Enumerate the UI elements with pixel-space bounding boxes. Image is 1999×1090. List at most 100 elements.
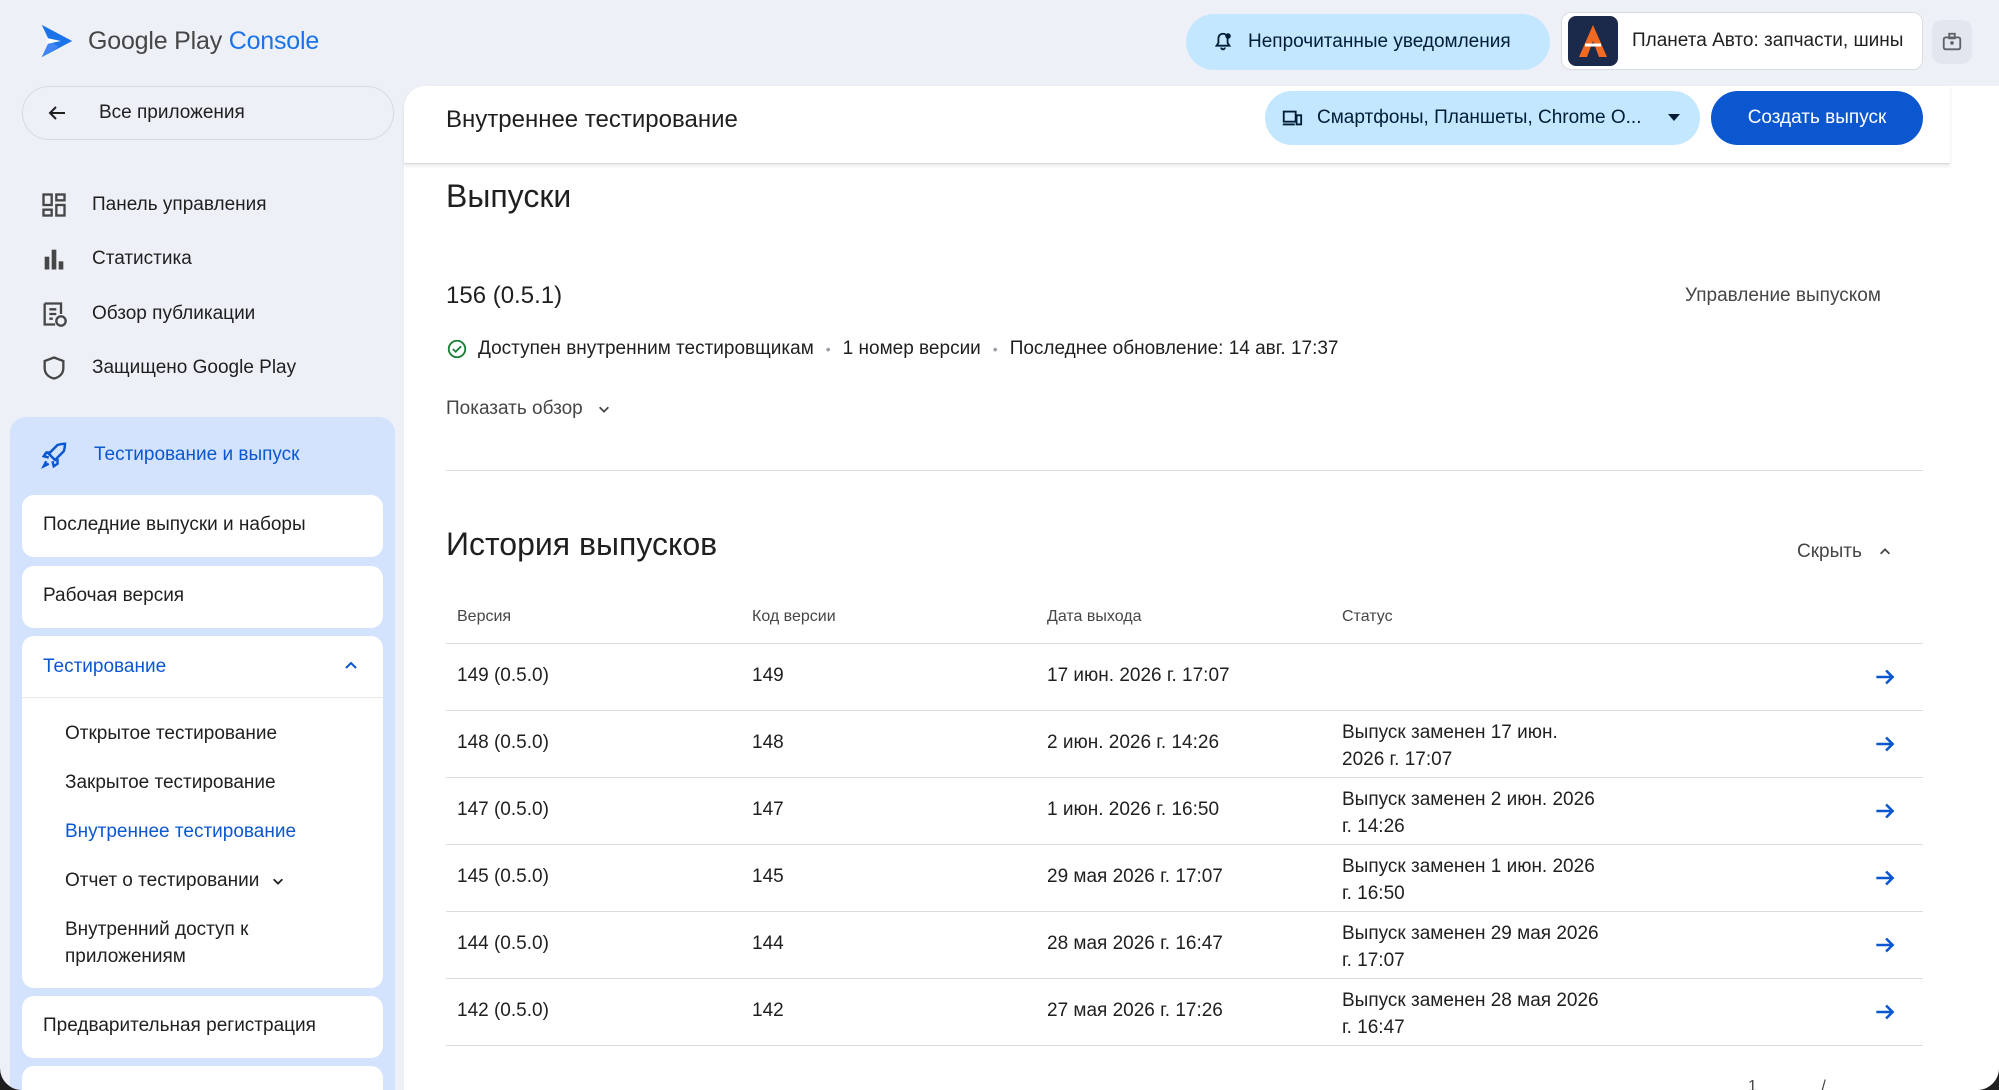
play-console-logo-icon [41,24,73,58]
arrow-forward-icon[interactable] [1872,664,1898,690]
sidebar-item-testing-and-release[interactable]: Тестирование и выпуск [40,437,299,473]
show-overview-label: Показать обзор [446,398,583,419]
arrow-forward-icon[interactable] [1872,865,1898,891]
table-row[interactable]: 149 (0.5.0) 149 17 июн. 2026 г. 17:07 [446,644,1923,711]
hide-history-toggle[interactable]: Скрыть [1797,541,1892,563]
manage-release-link[interactable]: Управление выпуском [1685,285,1881,307]
sidebar-item-latest-releases[interactable]: Последние выпуски и наборы [22,495,383,557]
sidebar-item-dashboard[interactable]: Панель управления [40,185,267,225]
chevron-up-icon [1879,548,1890,555]
app-window: Google Play Console Непрочитанные уведом… [0,0,1999,1090]
sidebar-testing-group: Тестирование Открытое тестирование Закры… [22,636,383,988]
sidebar-item-internal-testing[interactable]: Внутреннее тестирование [65,818,296,845]
row-version: 147 (0.5.0) [457,799,549,820]
row-release-date: 17 июн. 2026 г. 17:07 [1047,665,1230,686]
devices-icon [1282,110,1303,126]
account-card-icon [1942,32,1962,51]
sidebar-item-label: Статистика [92,248,192,269]
rocket-icon [40,442,67,470]
sidebar-item-closed-testing[interactable]: Закрытое тестирование [65,769,276,796]
arrow-forward-icon[interactable] [1872,999,1898,1025]
row-status: Выпуск заменен 2 июн. 2026 г. 14:26 [1342,789,1595,837]
sidebar-item-label: Обзор публикации [92,303,256,324]
row-version-code: 142 [752,1000,784,1021]
hide-label: Скрыть [1797,541,1862,562]
google-play-console-logo[interactable]: Google Play Console [38,22,319,60]
release-version: 156 (0.5.1) [446,282,563,309]
sidebar-item-internal-app-sharing[interactable]: Внутренний доступ к приложениям [65,916,325,970]
separator-dot: • [992,341,998,357]
sidebar-item-next[interactable] [22,1066,383,1090]
sidebar-item-play-protect[interactable]: Защищено Google Play [40,348,296,388]
card-label: Рабочая версия [43,585,185,606]
all-apps-button[interactable]: Все приложения [22,86,394,140]
sidebar-item-label: Защищено Google Play [92,357,297,378]
row-status: Выпуск заменен 29 мая 2026 г. 17:07 [1342,923,1599,971]
table-row[interactable]: 148 (0.5.0) 148 2 июн. 2026 г. 14:26 Вып… [446,711,1923,778]
section-label: Тестирование и выпуск [94,444,300,465]
release-status: Доступен внутренним тестировщикам [478,338,814,359]
row-version-code: 145 [752,866,784,887]
testing-label: Тестирование [43,655,167,677]
release-status-line: Доступен внутренним тестировщикам • 1 но… [446,338,1339,360]
publishing-overview-icon [43,302,67,327]
arrow-forward-icon[interactable] [1872,731,1898,757]
chevron-up-icon [345,661,357,669]
check-circle-icon [447,339,467,359]
app-icon [1568,16,1618,66]
row-version-code: 144 [752,933,784,954]
main-content: Внутреннее тестирование Смартфоны, Планш… [404,86,1999,1090]
table-row[interactable]: 145 (0.5.0) 145 29 мая 2026 г. 17:07 Вып… [446,845,1923,912]
sidebar-item-testing[interactable]: Тестирование [22,636,383,698]
sidebar-item-testing-report[interactable]: Отчет о тестировании [65,867,285,894]
table-row[interactable]: 147 (0.5.0) 147 1 июн. 2026 г. 16:50 Вып… [446,778,1923,845]
row-version: 144 (0.5.0) [457,933,549,954]
sidebar-item-statistics[interactable]: Статистика [40,239,192,279]
last-update: Последнее обновление: 14 авг. 17:37 [1009,338,1339,359]
device-filter-dropdown[interactable]: Смартфоны, Планшеты, Chrome O... [1265,91,1700,145]
notifications-label: Непрочитанные уведомления [1248,31,1511,52]
dropdown-caret-icon [1668,114,1680,121]
create-release-button[interactable]: Создать выпуск [1711,91,1923,145]
row-version-code: 147 [752,799,784,820]
table-header: Версия Код версии Дата выхода Статус [446,600,1923,644]
column-header-status: Статус [1342,608,1393,625]
row-release-date: 28 мая 2026 г. 16:47 [1047,933,1223,954]
row-release-date: 2 июн. 2026 г. 14:26 [1047,732,1220,753]
bar-chart-icon [44,249,64,270]
pagination: 1 / [1748,1078,1856,1090]
release-history-table: Версия Код версии Дата выхода Статус 149… [446,600,1923,1046]
dashboard-icon [42,193,66,217]
chevron-down-icon [598,406,609,413]
sidebar-item-production[interactable]: Рабочая версия [22,566,383,628]
releases-heading: Выпуски [446,178,572,214]
row-status: Выпуск заменен 17 июн. 2026 г. 17:07 [1342,722,1558,770]
sidebar-item-label: Панель управления [92,194,267,215]
shield-icon [43,356,65,380]
show-overview-toggle[interactable]: Показать обзор [446,398,611,420]
table-row[interactable]: 142 (0.5.0) 142 27 мая 2026 г. 17:26 Вып… [446,979,1923,1046]
row-status: Выпуск заменен 1 июн. 2026 г. 16:50 [1342,856,1595,904]
row-version: 148 (0.5.0) [457,732,549,753]
card-label: Последние выпуски и наборы [43,514,306,535]
arrow-forward-icon[interactable] [1872,932,1898,958]
column-header-release-date: Дата выхода [1047,608,1142,625]
section-divider [446,470,1923,471]
page-title: Внутреннее тестирование [446,106,738,133]
device-filter-label: Смартфоны, Планшеты, Chrome O... [1317,107,1642,128]
sidebar-item-open-testing[interactable]: Открытое тестирование [65,720,277,747]
chevron-down-icon [273,878,284,885]
app-selector[interactable]: Планета Авто: запчасти, шины [1561,12,1923,70]
arrow-back-icon [48,106,65,120]
column-header-version: Версия [457,608,512,625]
table-row[interactable]: 144 (0.5.0) 144 28 мая 2026 г. 16:47 Вып… [446,912,1923,979]
sidebar-item-pre-registration[interactable]: Предварительная регистрация [22,996,383,1058]
unread-notifications-button[interactable]: Непрочитанные уведомления [1186,14,1550,70]
sidebar-item-publishing-overview[interactable]: Обзор публикации [40,294,255,334]
arrow-forward-icon[interactable] [1872,798,1898,824]
account-button[interactable] [1932,20,1972,64]
row-version-code: 149 [752,665,784,686]
row-release-date: 1 июн. 2026 г. 16:50 [1047,799,1220,820]
column-header-version-code: Код версии [752,608,836,625]
row-status: Выпуск заменен 28 мая 2026 г. 16:47 [1342,990,1599,1038]
